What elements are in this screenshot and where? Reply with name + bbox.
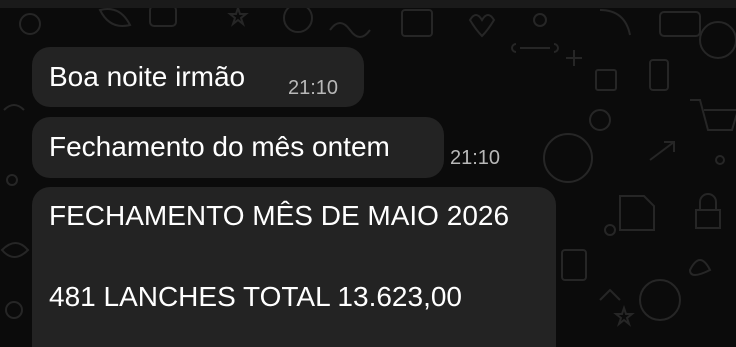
doodle-leaf-icon [98, 8, 132, 27]
doodle-cart-icon [690, 99, 736, 131]
doodle-face-icon [699, 21, 736, 59]
doodle-chevron-icon [599, 288, 621, 301]
doodle-arrow-icon [649, 141, 675, 161]
doodle-plant-icon [589, 109, 611, 131]
doodle-phone-icon [649, 59, 669, 91]
doodle-wave-icon [329, 22, 371, 38]
doodle-flower-icon [688, 259, 712, 276]
doodle-check-icon [619, 195, 655, 231]
doodle-dot-icon [533, 13, 547, 27]
doodle-dot-icon [604, 224, 616, 236]
message-bubble[interactable]: FECHAMENTO MÊS DE MAIO 2026 481 LANCHES … [32, 187, 556, 347]
doodle-box-icon [149, 5, 177, 27]
doodle-square-icon [595, 69, 617, 91]
message-text: Fechamento do mês ontem [49, 131, 390, 162]
message-bubble[interactable]: Fechamento do mês ontem 21:10 [32, 117, 500, 178]
doodle-gift-icon [401, 9, 433, 37]
message-timestamp: 21:10 [450, 147, 501, 169]
doodle-fish-icon [0, 242, 30, 258]
doodle-bone-icon [511, 43, 559, 53]
doodle-card-icon [659, 11, 701, 37]
message-text-line: FECHAMENTO MÊS DE MAIO 2026 [49, 200, 510, 231]
top-status-bar [0, 0, 736, 8]
message-timestamp: 21:10 [288, 77, 339, 99]
doodle-circle-icon [19, 13, 41, 35]
message-text: Boa noite irmão [49, 61, 246, 92]
doodle-dot-icon [6, 174, 18, 186]
doodle-heart-icon [468, 14, 496, 38]
doodle-rupee-coin-icon [543, 133, 593, 183]
doodle-lock-icon [695, 193, 721, 229]
doodle-star-icon [227, 4, 249, 27]
doodle-coin-icon [639, 279, 681, 321]
message-text-line: 481 LANCHES TOTAL 13.623,00 [49, 281, 462, 312]
doodle-sparkle-icon [566, 50, 582, 66]
doodle-circle-icon [5, 301, 23, 319]
doodle-dot-icon [715, 155, 725, 165]
doodle-note-icon [561, 249, 587, 281]
doodle-leaf-icon [599, 9, 631, 36]
doodle-star-icon [613, 304, 635, 327]
doodle-wave-icon [3, 104, 25, 111]
doodle-euro-icon [283, 3, 313, 33]
message-bubble[interactable]: Boa noite irmão 21:10 [32, 47, 364, 107]
